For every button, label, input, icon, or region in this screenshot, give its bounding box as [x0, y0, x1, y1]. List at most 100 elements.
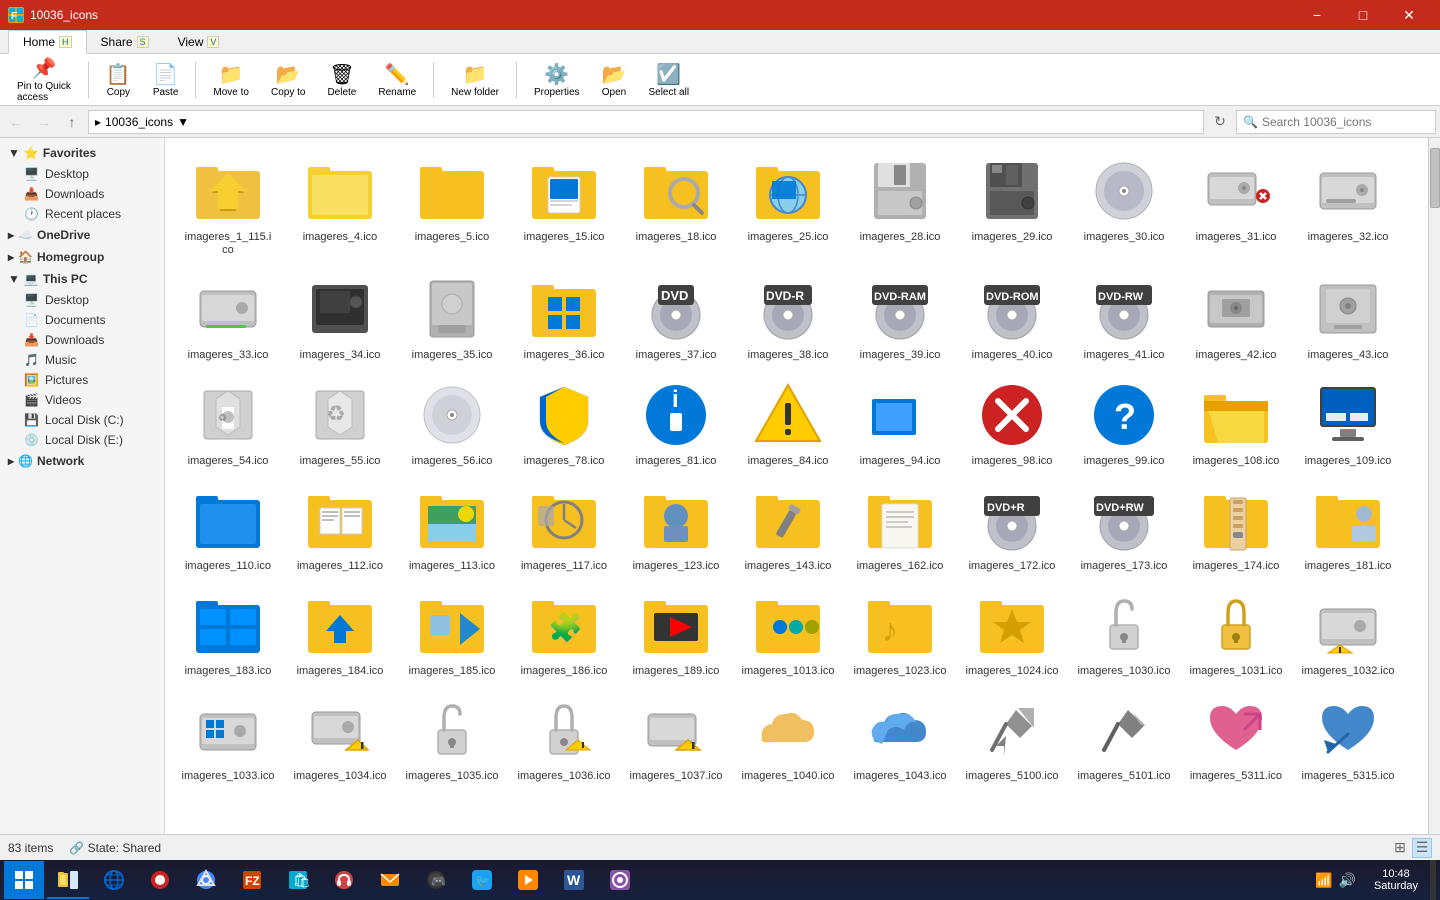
sidebar-item-documents[interactable]: 📄 Documents [0, 310, 164, 330]
list-item[interactable]: imageres_5101.ico [1069, 685, 1179, 788]
sidebar-item-downloads-fav[interactable]: 📥 Downloads [0, 184, 164, 204]
list-item[interactable]: DVD+R imageres_172.ico [957, 475, 1067, 578]
refresh-button[interactable]: ↻ [1208, 110, 1232, 134]
list-item[interactable]: imageres_1031.ico [1181, 580, 1291, 683]
content-scrollbar[interactable] [1428, 138, 1440, 834]
list-item[interactable]: imageres_4.ico [285, 146, 395, 262]
list-item[interactable]: imageres_181.ico [1293, 475, 1403, 578]
list-item[interactable]: ♻ imageres_54.ico [173, 370, 283, 473]
list-item[interactable]: imageres_5311.ico [1181, 685, 1291, 788]
minimize-button[interactable]: − [1294, 0, 1340, 30]
select-all-button[interactable]: ☑️ Select all [639, 57, 698, 103]
search-input[interactable] [1262, 115, 1402, 129]
list-item[interactable]: imageres_117.ico [509, 475, 619, 578]
list-item[interactable]: imageres_1034.ico [285, 685, 395, 788]
sidebar-item-pictures[interactable]: 🖼️ Pictures [0, 370, 164, 390]
show-desktop-button[interactable] [1430, 860, 1436, 900]
list-item[interactable]: imageres_56.ico [397, 370, 507, 473]
properties-button[interactable]: ⚙️ Properties [525, 57, 589, 103]
list-item[interactable]: imageres_185.ico [397, 580, 507, 683]
list-item[interactable]: imageres_123.ico [621, 475, 731, 578]
up-button[interactable]: ↑ [60, 110, 84, 134]
list-item[interactable]: imageres_94.ico [845, 370, 955, 473]
sidebar-section-network[interactable]: ▸ 🌐 Network [0, 450, 164, 472]
open-button[interactable]: 📂 Open [593, 57, 636, 103]
list-item[interactable]: imageres_36.ico [509, 264, 619, 367]
list-item[interactable]: imageres_5315.ico [1293, 685, 1403, 788]
rename-button[interactable]: ✏️ Rename [369, 57, 425, 103]
list-item[interactable]: imageres_1030.ico [1069, 580, 1179, 683]
sidebar-item-desktop-pc[interactable]: 🖥️ Desktop [0, 290, 164, 310]
start-button[interactable] [4, 861, 44, 899]
copy-to-button[interactable]: 📂 Copy to [262, 57, 314, 103]
copy-button[interactable]: 📋 Copy [97, 57, 140, 103]
list-item[interactable]: imageres_43.ico [1293, 264, 1403, 367]
list-item[interactable]: imageres_189.ico [621, 580, 731, 683]
close-button[interactable]: ✕ [1386, 0, 1432, 30]
list-item[interactable]: imageres_112.ico [285, 475, 395, 578]
list-item[interactable]: imageres_113.ico [397, 475, 507, 578]
volume-tray-icon[interactable]: 🔊 [1339, 872, 1356, 889]
sidebar-item-desktop[interactable]: 🖥️ Desktop [0, 164, 164, 184]
taskbar-opera[interactable] [138, 861, 182, 899]
list-item[interactable]: imageres_29.ico [957, 146, 1067, 262]
paste-button[interactable]: 📄 Paste [144, 57, 188, 103]
taskbar-clock[interactable]: 10:48 Saturday [1366, 868, 1426, 892]
list-item[interactable]: imageres_184.ico [285, 580, 395, 683]
tab-view[interactable]: View V [164, 30, 235, 53]
pin-to-quick-button[interactable]: 📌 Pin to Quickaccess [8, 51, 80, 108]
taskbar-media[interactable] [506, 861, 550, 899]
list-item[interactable]: imageres_34.ico [285, 264, 395, 367]
list-item[interactable]: imageres_28.ico [845, 146, 955, 262]
network-tray-icon[interactable]: 📶 [1315, 872, 1332, 889]
taskbar-mail[interactable] [368, 861, 412, 899]
tab-share[interactable]: Share S [87, 30, 164, 53]
list-item[interactable]: imageres_1013.ico [733, 580, 843, 683]
list-item[interactable]: imageres_18.ico [621, 146, 731, 262]
list-item[interactable]: imageres_162.ico [845, 475, 955, 578]
list-item[interactable]: imageres_5.ico [397, 146, 507, 262]
taskbar-twitter[interactable]: 🐦 [460, 861, 504, 899]
sidebar-item-local-e[interactable]: 💿 Local Disk (E:) [0, 430, 164, 450]
list-item[interactable]: imageres_78.ico [509, 370, 619, 473]
forward-button[interactable]: → [32, 110, 56, 134]
list-item[interactable]: 🧩 imageres_186.ico [509, 580, 619, 683]
list-item[interactable]: DVD+RW imageres_173.ico [1069, 475, 1179, 578]
delete-button[interactable]: 🗑 Delete [318, 57, 365, 103]
sidebar-item-videos[interactable]: 🎬 Videos [0, 390, 164, 410]
list-item[interactable]: imageres_25.ico [733, 146, 843, 262]
breadcrumb-dropdown[interactable]: ▼ [177, 115, 189, 129]
sidebar-item-downloads[interactable]: 📥 Downloads [0, 330, 164, 350]
list-item[interactable]: imageres_1040.ico [733, 685, 843, 788]
taskbar-chrome[interactable] [184, 861, 228, 899]
list-item[interactable]: imageres_1036.ico [509, 685, 619, 788]
taskbar-ie[interactable] [92, 861, 136, 899]
list-item[interactable]: imageres_30.ico [1069, 146, 1179, 262]
view-large-icons-button[interactable]: ⊞ [1390, 838, 1410, 858]
scrollbar-thumb[interactable] [1430, 148, 1440, 208]
list-item[interactable]: imageres_1037.ico [621, 685, 731, 788]
list-item[interactable]: imageres_35.ico [397, 264, 507, 367]
list-item[interactable]: DVD-RAM imageres_39.ico [845, 264, 955, 367]
back-button[interactable]: ← [4, 110, 28, 134]
list-item[interactable]: imageres_31.ico [1181, 146, 1291, 262]
list-item[interactable]: imageres_42.ico [1181, 264, 1291, 367]
list-item[interactable]: i imageres_81.ico [621, 370, 731, 473]
taskbar-store[interactable]: 🛍 [276, 861, 320, 899]
list-item[interactable]: DVD-ROM imageres_40.ico [957, 264, 1067, 367]
sidebar-section-thispc[interactable]: ▼ 💻 This PC [0, 268, 164, 290]
sidebar-item-music[interactable]: 🎵 Music [0, 350, 164, 370]
sidebar-item-recent-places[interactable]: 🕐 Recent places [0, 204, 164, 224]
move-to-button[interactable]: 📁 Move to [204, 57, 258, 103]
search-box[interactable]: 🔍 [1236, 110, 1436, 134]
sidebar-section-homegroup[interactable]: ▸ 🏠 Homegroup [0, 246, 164, 268]
sidebar-section-onedrive[interactable]: ▸ ☁️ OneDrive [0, 224, 164, 246]
list-item[interactable]: ♻ imageres_55.ico [285, 370, 395, 473]
taskbar-headphone[interactable] [322, 861, 366, 899]
sidebar-item-local-c[interactable]: 💾 Local Disk (C:) [0, 410, 164, 430]
list-item[interactable]: DVD-R imageres_38.ico [733, 264, 843, 367]
list-item[interactable]: imageres_1_115.ico [173, 146, 283, 262]
list-item[interactable]: imageres_1043.ico [845, 685, 955, 788]
list-item[interactable]: imageres_109.ico [1293, 370, 1403, 473]
list-item[interactable]: imageres_15.ico [509, 146, 619, 262]
